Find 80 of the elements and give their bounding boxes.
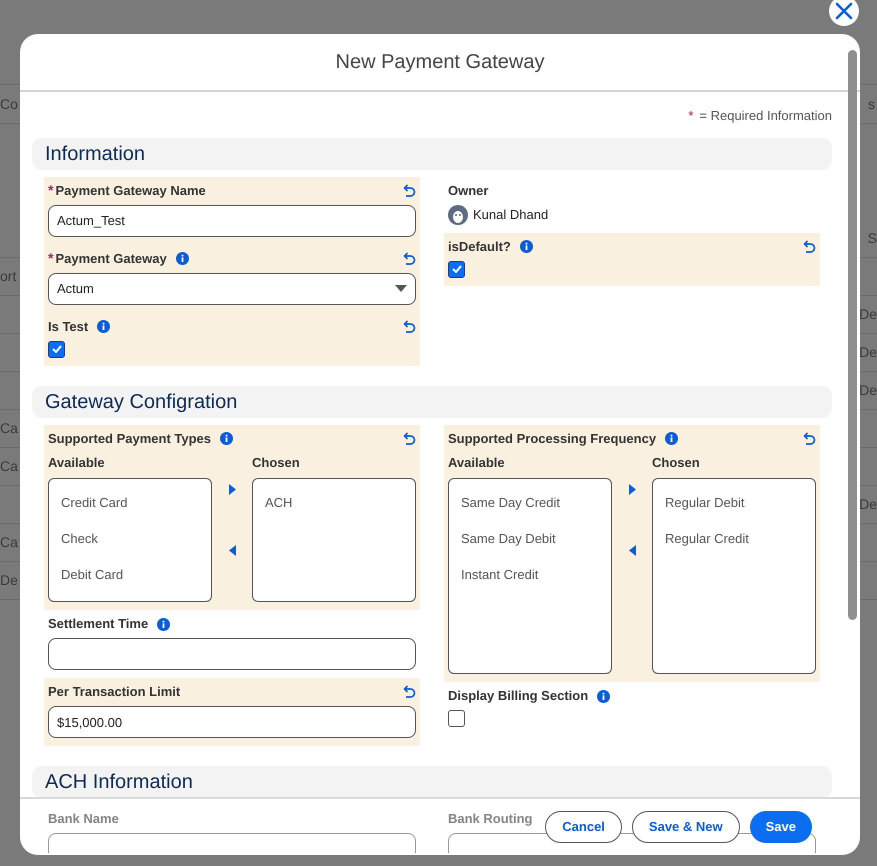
move-right-arrow-icon[interactable] (228, 484, 236, 495)
available-option[interactable]: Same Day Debit (461, 529, 556, 548)
checkbox[interactable] (48, 340, 65, 358)
footer-button[interactable]: Save (750, 811, 812, 843)
field-label: Bank Routing (448, 810, 532, 828)
required-mark: * (48, 249, 54, 268)
check-icon (52, 345, 62, 353)
owner-name[interactable]: Kunal Dhand (473, 204, 548, 224)
dropdown-caret-icon (395, 285, 407, 292)
text-field[interactable] (48, 638, 416, 670)
available-option[interactable]: Same Day Credit (461, 493, 560, 512)
text-field[interactable] (48, 833, 416, 853)
available-option[interactable]: Credit Card (61, 493, 128, 512)
undo-icon[interactable] (403, 184, 416, 198)
field-label: Payment Gateway (55, 250, 167, 268)
undo-icon[interactable] (803, 432, 816, 446)
field-label: Settlement Time (48, 615, 148, 634)
avatar-icon (448, 204, 468, 224)
info-icon[interactable] (157, 618, 170, 630)
undo-icon[interactable] (403, 252, 416, 266)
available-option[interactable]: Instant Credit (461, 565, 538, 584)
background-text: Co (0, 94, 18, 114)
background-text: De (859, 381, 877, 400)
background-text: De (0, 571, 18, 590)
footer-button[interactable]: Save & New (632, 811, 740, 843)
undo-icon[interactable] (403, 320, 416, 334)
undo-icon[interactable] (403, 432, 416, 446)
background-text: s (868, 94, 876, 114)
background-text: Ca (0, 419, 18, 438)
field-label: Per Transaction Limit (48, 683, 180, 702)
required-note: = Required Information (699, 107, 832, 125)
text-field[interactable]: Actum_Test (48, 204, 416, 236)
footer-button[interactable]: Cancel (545, 811, 622, 843)
dropdown[interactable]: Actum (48, 272, 416, 304)
info-icon[interactable] (520, 240, 533, 253)
listbox-label: Available (48, 454, 106, 472)
info-icon[interactable] (97, 320, 110, 333)
background-text: S (868, 229, 877, 248)
listbox-label: Chosen (652, 454, 701, 472)
move-right-arrow-icon[interactable] (628, 484, 636, 495)
info-icon[interactable] (176, 252, 189, 265)
listbox-label: Chosen (252, 454, 301, 472)
move-left-arrow-icon[interactable] (628, 545, 636, 556)
field-label: Is Test (48, 318, 88, 336)
background-text: De (859, 305, 877, 324)
chosen-option[interactable]: ACH (265, 493, 292, 512)
close-icon (835, 2, 853, 20)
move-left-arrow-icon[interactable] (228, 545, 236, 556)
field-label: Payment Gateway Name (55, 182, 206, 200)
field-label: isDefault? (448, 238, 511, 256)
section-title: ACH Information (45, 770, 193, 795)
required-mark: * (688, 107, 694, 125)
background-text: De (859, 495, 877, 514)
field-label: Supported Processing Frequency (448, 430, 656, 448)
chosen-option[interactable]: Regular Credit (665, 529, 749, 548)
text-field[interactable]: $15,000.00 (48, 706, 416, 738)
section-title: Information (45, 142, 146, 166)
background-text: Ca (0, 533, 18, 552)
checkbox[interactable] (448, 260, 465, 278)
listbox-label: Available (448, 454, 506, 472)
check-icon (452, 265, 462, 273)
required-mark: * (48, 181, 54, 200)
checkbox[interactable] (448, 710, 465, 727)
available-option[interactable]: Check (61, 529, 98, 548)
available-option[interactable]: Debit Card (61, 565, 124, 584)
background-text: De (859, 343, 877, 362)
field-label: Display Billing Section (448, 687, 588, 706)
dialog-title: New Payment Gateway (336, 50, 544, 75)
section-title: Gateway Configration (45, 390, 238, 414)
undo-icon[interactable] (803, 240, 816, 254)
background-text: ort (0, 267, 16, 286)
field-label: Supported Payment Types (48, 430, 212, 448)
field-label: Owner (448, 182, 488, 200)
info-icon[interactable] (665, 432, 678, 445)
undo-icon[interactable] (403, 685, 416, 699)
field-label: Bank Name (48, 810, 119, 828)
info-icon[interactable] (597, 690, 610, 702)
info-icon[interactable] (220, 432, 234, 445)
chosen-option[interactable]: Regular Debit (665, 493, 744, 512)
background-text: Ca (0, 457, 18, 476)
